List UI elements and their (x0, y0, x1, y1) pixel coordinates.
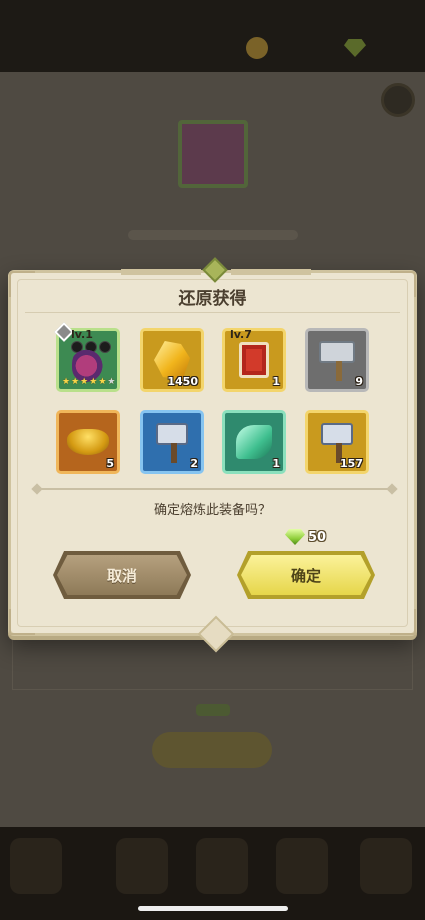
nav-tab-dimmed (276, 838, 328, 894)
top-bar-dimmed (0, 0, 425, 72)
item-red-book[interactable]: lv.7 1 (222, 328, 286, 392)
socket-icon (99, 341, 111, 353)
smelt-button-dimmed (152, 732, 272, 768)
top-ornament (121, 269, 201, 275)
item-level: lv.7 (230, 328, 252, 341)
divider (37, 488, 392, 490)
star-icon: ★ (107, 377, 116, 387)
gold-ore-icon (154, 341, 190, 379)
coin-resource-dimmed (246, 34, 276, 62)
equipment-preview-dimmed (178, 120, 248, 188)
item-count: 157 (340, 457, 363, 470)
leaf-icon (236, 425, 272, 459)
star-icon: ★ (71, 377, 80, 387)
cost-value: 50 (308, 529, 327, 545)
gem-icon (285, 529, 305, 545)
confirm-button[interactable]: 确定 (241, 555, 371, 595)
star-icon: ★ (80, 377, 89, 387)
item-count: 1 (272, 375, 280, 388)
coin-icon (246, 37, 268, 59)
home-indicator[interactable] (138, 906, 288, 911)
item-gold-hammer[interactable]: 157 (305, 410, 369, 474)
nav-tab-dimmed (10, 838, 62, 894)
star-icon: ★ (89, 377, 98, 387)
item-blue-hammer[interactable]: 2 (140, 410, 204, 474)
item-level: lv.1 (71, 328, 93, 341)
gem-icon (344, 39, 366, 57)
cancel-button[interactable]: 取消 (57, 555, 187, 595)
book-icon (239, 342, 269, 378)
cost-dimmed (196, 704, 230, 716)
item-bow[interactable]: lv.1 ★ ★ ★ ★ ★ ★ (54, 322, 120, 392)
item-iron-hammer[interactable]: 9 (305, 328, 369, 392)
item-gold-bowl[interactable]: 5 (56, 410, 120, 474)
gear-icon (381, 83, 415, 117)
nav-tab-dimmed (196, 838, 248, 894)
smelt-confirm-dialog: 还原获得 lv.1 ★ ★ ★ ★ ★ ★ 1450 lv.7 1 9 5 2 … (8, 257, 417, 653)
item-gold-ore[interactable]: 1450 (140, 328, 204, 392)
confirm-question: 确定熔炼此装备吗？ (153, 503, 271, 518)
dialog-corner (390, 609, 416, 635)
star-rating: ★ ★ ★ ★ ★ ★ (62, 377, 115, 387)
bowl-icon (67, 429, 109, 455)
item-green-leaf[interactable]: 1 (222, 410, 286, 474)
hammer-icon (156, 423, 188, 463)
star-icon: ★ (62, 377, 71, 387)
item-count: 5 (106, 457, 114, 470)
gem-resource-dimmed (344, 34, 374, 62)
smelt-cost: 50 (285, 528, 326, 546)
item-count: 9 (355, 375, 363, 388)
item-count: 2 (190, 457, 198, 470)
item-count: 1450 (167, 375, 198, 388)
dialog-title: 还原获得 (25, 281, 400, 313)
item-count: 1 (272, 457, 280, 470)
star-icon: ★ (98, 377, 107, 387)
hammer-icon (319, 341, 355, 381)
dialog-corner (9, 609, 35, 635)
nav-tab-dimmed (116, 838, 168, 894)
equipment-name-dimmed (128, 230, 298, 240)
top-ornament (231, 269, 311, 275)
nav-tab-dimmed (360, 838, 412, 894)
hammer-icon (321, 423, 353, 463)
